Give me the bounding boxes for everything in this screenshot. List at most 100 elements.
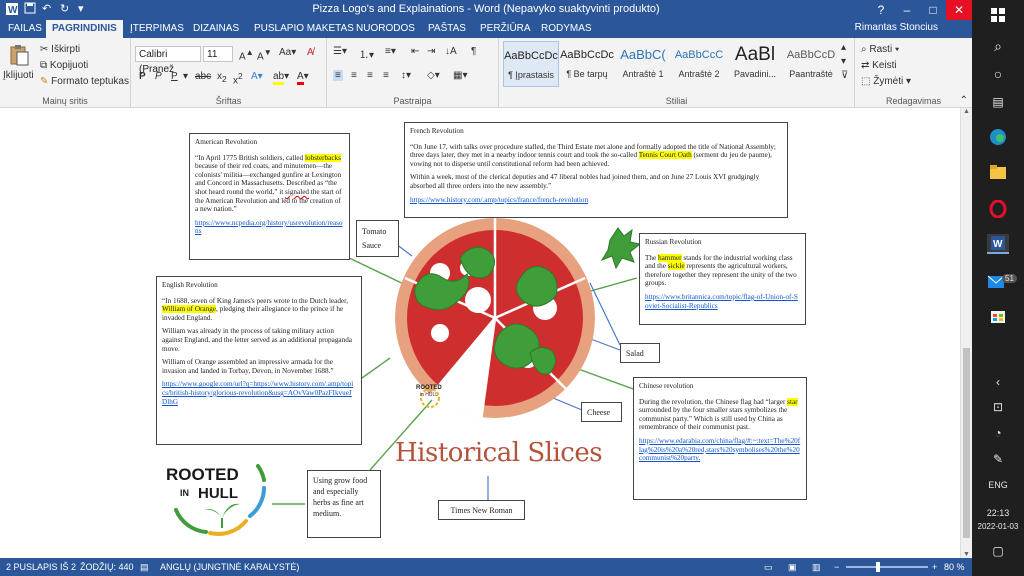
style-subtitle[interactable]: AaBbCcD Paantraštė (783, 41, 839, 87)
french-revolution-box[interactable]: French Revolution “On June 17, with talk… (404, 122, 788, 218)
align-center-icon[interactable]: ≡ (351, 70, 357, 81)
shrink-font-icon[interactable]: A▼ (257, 47, 272, 62)
cheese-label[interactable]: Cheese (581, 402, 622, 422)
multilevel-list-icon[interactable]: ≡▾ (385, 46, 396, 57)
grow-font-icon[interactable]: A▲ (239, 47, 254, 62)
english-revolution-box[interactable]: English Revolution “In 1688, seven of Ki… (156, 276, 362, 445)
input-language[interactable]: ENG (972, 480, 1024, 490)
tab-review[interactable]: PERŽIŪRA (474, 20, 537, 38)
minimize-button[interactable]: – (894, 0, 920, 20)
close-button[interactable]: ✕ (946, 0, 972, 20)
web-layout-icon[interactable]: ▥ (812, 562, 821, 573)
highlight-icon[interactable]: ab▾ (273, 71, 289, 85)
mail-icon[interactable]: 51 (972, 272, 1024, 293)
opera-icon[interactable] (972, 199, 1024, 221)
clock-date[interactable]: 2022-01-03 (972, 522, 1024, 531)
change-case-icon[interactable]: Aa▾ (279, 47, 296, 58)
clock-time[interactable]: 22:13 (972, 508, 1024, 518)
language-indicator[interactable]: ANGLŲ (JUNGTINĖ KARALYSTĖ) (160, 562, 299, 572)
zoom-level[interactable]: 80 % (944, 562, 965, 572)
borders-icon[interactable]: ▦▾ (453, 70, 467, 81)
tab-file[interactable]: FAILAS (2, 20, 48, 38)
english-link[interactable]: https://www.google.com/url?q=https://www… (162, 380, 356, 406)
american-link[interactable]: https://www.ncpedia.org/history/usrevolu… (195, 219, 344, 236)
line-spacing-icon[interactable]: ↕▾ (401, 70, 411, 81)
pen-icon[interactable]: ✎ (972, 452, 1024, 466)
proofing-icon[interactable]: ▤ (140, 562, 149, 573)
increase-indent-icon[interactable]: ⇥ (427, 46, 435, 57)
superscript-button[interactable]: x2 (233, 71, 243, 86)
search-icon[interactable]: ⌕ (972, 38, 1024, 55)
russian-link[interactable]: https://www.britannica.com/topic/flag-of… (645, 293, 800, 310)
store-icon[interactable] (972, 306, 1024, 327)
page-counter[interactable]: 2 PUSLAPIS IŠ 2 (6, 562, 76, 572)
zoom-slider-thumb[interactable] (875, 562, 880, 572)
copy-button[interactable]: ⧉ Kopijuoti (40, 60, 88, 71)
widgets-icon[interactable]: ▤ (972, 95, 1024, 109)
find-button[interactable]: ⌕ Rasti ▾ (861, 44, 899, 55)
file-explorer-icon[interactable] (972, 164, 1024, 183)
chinese-link[interactable]: https://www.edarabia.com/china/flag/#:~:… (639, 437, 801, 463)
zoom-out-button[interactable]: − (834, 562, 839, 572)
task-view-icon[interactable]: ○ (972, 66, 1024, 82)
style-heading-1[interactable]: AaBbC(Antraštė 1 (615, 41, 671, 87)
scroll-up-icon[interactable]: ▲ (963, 108, 970, 115)
tab-references[interactable]: NUORODOS (350, 20, 421, 38)
bold-button[interactable]: P (139, 71, 146, 82)
style-normal[interactable]: AaBbCcDc ¶ Įprastasis (503, 41, 559, 87)
collapse-ribbon-icon[interactable]: ⌃ (960, 95, 968, 106)
wifi-icon[interactable]: ◔ (972, 426, 1024, 440)
word-taskbar-icon[interactable]: W (972, 234, 1024, 254)
russian-revolution-box[interactable]: Russian Revolution The hammer stands for… (639, 233, 806, 325)
user-name[interactable]: Rimantas Stoncius (855, 22, 938, 33)
cut-button[interactable]: ✂ Iškirpti (40, 44, 80, 55)
word-count[interactable]: ŽODŽIŲ: 440 (80, 562, 134, 572)
scrollbar-thumb[interactable] (963, 348, 970, 538)
tab-mailings[interactable]: PAŠTAS (422, 20, 472, 38)
decrease-indent-icon[interactable]: ⇤ (411, 46, 419, 57)
styles-scroll-up-icon[interactable]: ▴ (841, 42, 846, 53)
format-painter-button[interactable]: ✎ Formato teptukas (40, 76, 129, 87)
french-link[interactable]: https://www.history.com/.amp/topics/fran… (410, 196, 782, 205)
zoom-slider[interactable] (846, 562, 928, 572)
shading-icon[interactable]: ◇▾ (427, 70, 440, 81)
text-effects-icon[interactable]: A▾ (251, 71, 263, 82)
justify-icon[interactable]: ≡ (383, 70, 389, 81)
style-no-spacing[interactable]: AaBbCcDc ¶ Be tarpų (559, 41, 615, 87)
font-name-select[interactable]: Calibri (Pranež (135, 46, 201, 75)
zoom-in-button[interactable]: + (932, 562, 937, 572)
font-color-icon[interactable]: A▾ (297, 71, 309, 85)
clear-format-icon[interactable]: A̸ (307, 47, 314, 58)
grow-food-label[interactable]: Using grow food and especially herbs as … (307, 470, 381, 538)
numbering-icon[interactable]: ⒈▾ (359, 46, 374, 61)
sort-icon[interactable]: ↓A (445, 46, 457, 57)
times-new-roman-label[interactable]: Times New Roman (438, 500, 525, 520)
tab-insert[interactable]: ĮTERPIMAS (124, 20, 190, 38)
align-right-icon[interactable]: ≡ (367, 70, 373, 81)
subscript-button[interactable]: x2 (217, 71, 227, 84)
tab-design[interactable]: DIZAINAS (187, 20, 245, 38)
underline-options-icon[interactable]: ▾ (183, 71, 188, 82)
american-revolution-box[interactable]: American Revolution “In April 1775 Briti… (189, 133, 350, 260)
underline-button[interactable]: P (171, 71, 178, 82)
italic-button[interactable]: P (155, 71, 162, 82)
select-button[interactable]: ⬚ Žymėti ▾ (861, 76, 911, 87)
notifications-icon[interactable]: ▢ (972, 544, 1024, 558)
chinese-revolution-box[interactable]: Chinese revolution During the revolution… (633, 377, 807, 500)
show-hidden-icons-icon[interactable]: ‹ (972, 375, 1024, 389)
tab-view[interactable]: RODYMAS (535, 20, 598, 38)
replace-button[interactable]: ⇄ Keisti (861, 60, 897, 71)
tomato-sauce-label[interactable]: Tomato Sauce (356, 220, 399, 257)
paste-button[interactable]: Įklijuoti (3, 70, 34, 81)
strikethrough-button[interactable]: abc (195, 71, 211, 82)
maximize-button[interactable]: □ (920, 0, 946, 20)
device-icon[interactable]: ⊡ (972, 400, 1024, 414)
historical-slices-heading[interactable]: Historical Slices (395, 438, 603, 468)
paste-icon[interactable] (8, 44, 30, 69)
read-mode-icon[interactable]: ▭ (764, 562, 773, 573)
salad-label[interactable]: Salad (620, 343, 660, 363)
bullets-icon[interactable]: ☰▾ (333, 46, 347, 57)
show-formatting-icon[interactable]: ¶ (471, 46, 476, 57)
align-left-icon[interactable]: ≡ (333, 70, 343, 81)
vertical-scrollbar[interactable]: ▲ ▼ (960, 108, 972, 558)
